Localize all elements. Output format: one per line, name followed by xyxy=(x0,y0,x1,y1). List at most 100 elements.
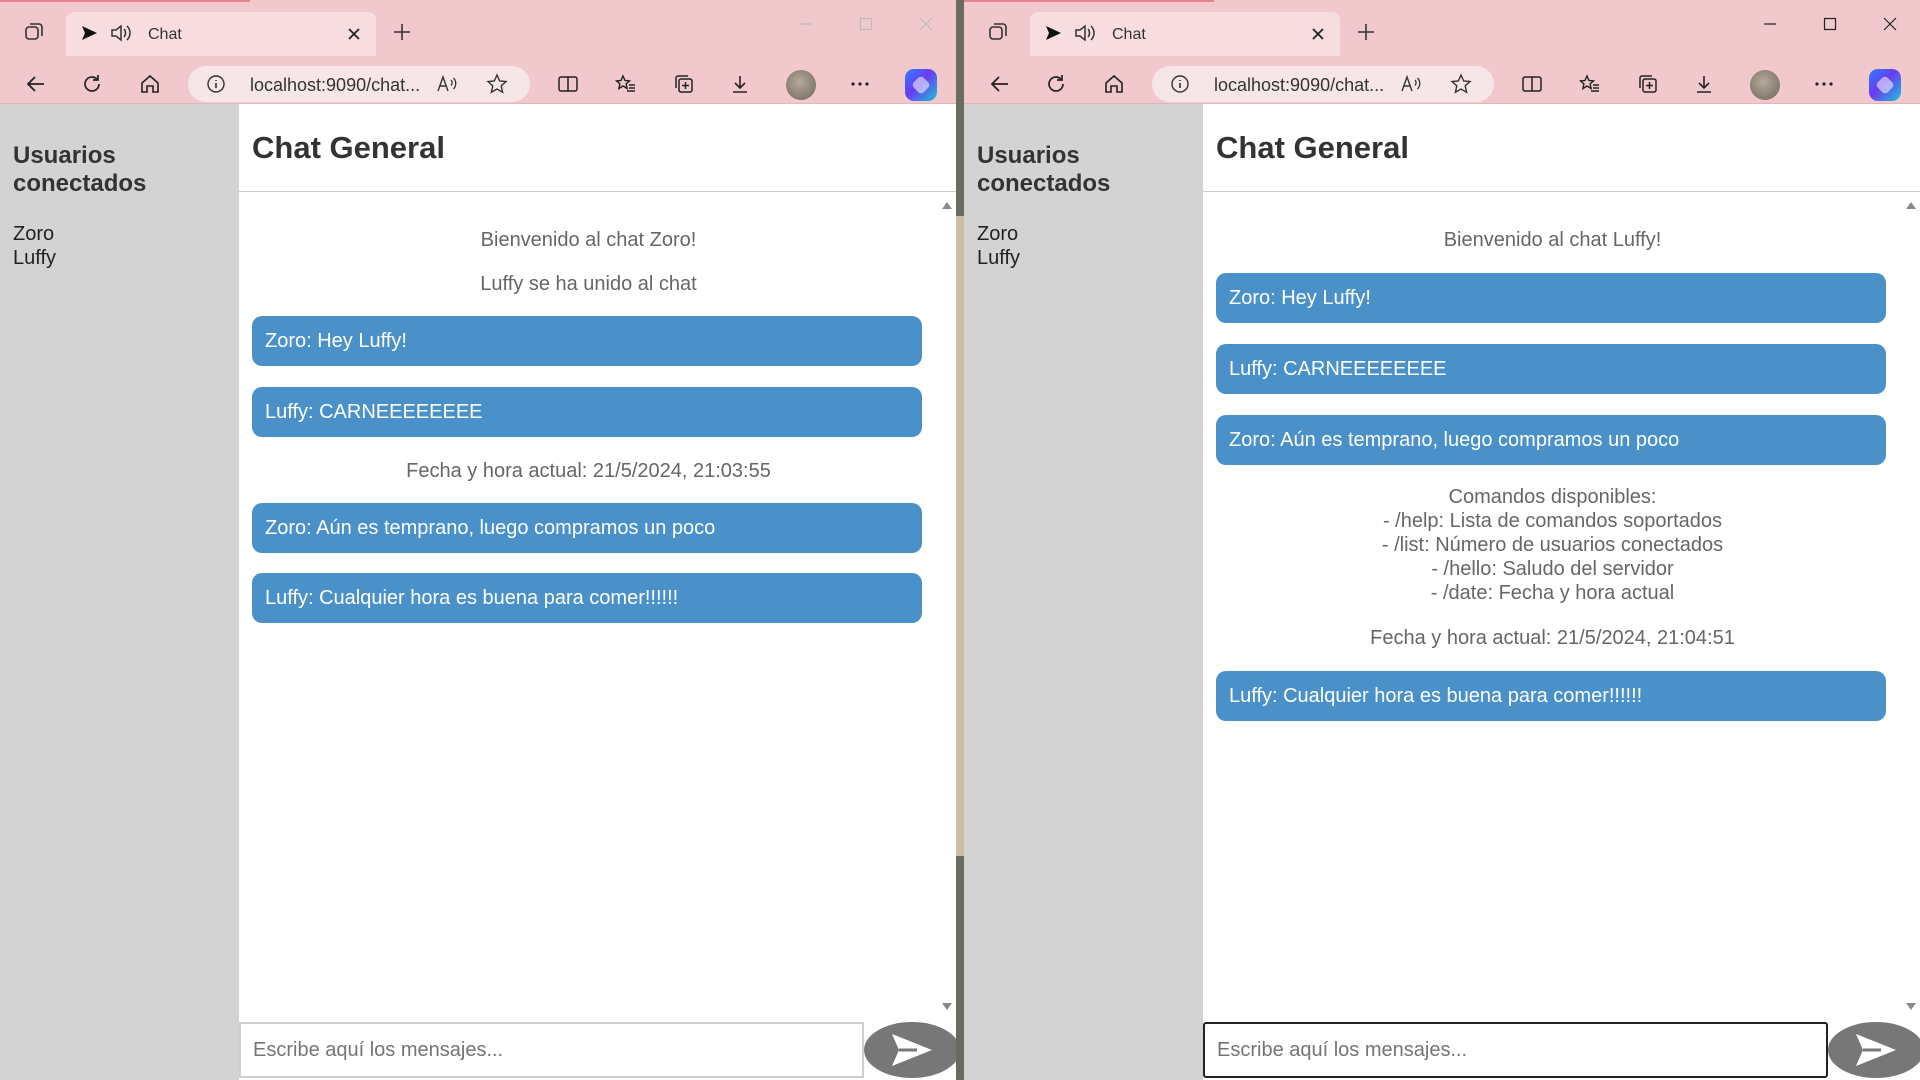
star-icon[interactable] xyxy=(486,73,508,100)
message-input[interactable] xyxy=(239,1022,864,1078)
tab-bar: Chat xyxy=(0,0,956,64)
minimize-icon[interactable] xyxy=(1744,8,1796,40)
command-line: - /help: Lista de comandos soportados xyxy=(1382,510,1723,532)
favorites-icon[interactable] xyxy=(1574,68,1606,100)
window-divider xyxy=(956,0,964,1080)
chat-message: Zoro: Aún es temprano, luego compramos u… xyxy=(1216,415,1886,465)
system-message: Bienvenido al chat Zoro! xyxy=(480,229,697,251)
message-composer xyxy=(239,1022,956,1080)
tab-title: Chat xyxy=(1112,26,1146,43)
command-line: - /list: Número de usuarios conectados xyxy=(1381,534,1724,556)
users-sidebar: Usuarios conectados Zoro Luffy xyxy=(964,104,1203,1080)
tab-chat[interactable]: Chat xyxy=(66,12,376,56)
more-icon[interactable] xyxy=(844,68,876,100)
plus-icon[interactable] xyxy=(388,18,416,46)
command-line: Comandos disponibles: xyxy=(1448,486,1657,508)
home-icon[interactable] xyxy=(134,68,166,100)
command-line: - /hello: Saludo del servidor xyxy=(1431,558,1674,580)
chat-page: Usuarios conectados Zoro Luffy Chat Gene… xyxy=(0,104,956,1080)
browser-window-luffy: Chat localhost:9090/chat... Usuarios con… xyxy=(964,0,1920,1080)
favorites-icon[interactable] xyxy=(610,68,642,100)
play-icon xyxy=(1044,24,1062,47)
send-arrow-icon xyxy=(892,1034,932,1066)
background-strip xyxy=(956,216,964,856)
chat-message: Zoro: Aún es temprano, luego compramos u… xyxy=(252,503,922,553)
chat-page: Usuarios conectados Zoro Luffy Chat Gene… xyxy=(964,104,1920,1080)
minimize-icon[interactable] xyxy=(780,8,832,40)
tab-title: Chat xyxy=(148,26,182,43)
home-icon[interactable] xyxy=(1098,68,1130,100)
system-message: Fecha y hora actual: 21/5/2024, 21:04:51 xyxy=(1370,627,1735,649)
command-line: - /date: Fecha y hora actual xyxy=(1430,582,1675,604)
scroll-up-arrow-icon[interactable] xyxy=(1906,202,1916,209)
speaker-icon[interactable] xyxy=(110,23,132,48)
plus-icon[interactable] xyxy=(1352,18,1380,46)
send-button[interactable] xyxy=(1828,1022,1920,1078)
browser-window-zoro: Chat localhost:9090/chat... Usuarios con… xyxy=(0,0,956,1080)
user-item: Luffy xyxy=(977,247,1020,269)
tab-actions-icon[interactable] xyxy=(984,18,1012,46)
maximize-icon[interactable] xyxy=(840,8,892,40)
close-icon[interactable] xyxy=(1306,22,1330,46)
system-message: Bienvenido al chat Luffy! xyxy=(1443,229,1662,251)
close-window-icon[interactable] xyxy=(900,8,952,40)
read-aloud-icon[interactable] xyxy=(436,74,458,99)
send-button[interactable] xyxy=(864,1022,956,1078)
chat-message: Zoro: Hey Luffy! xyxy=(252,316,922,366)
sidebar-title: Usuarios conectados xyxy=(977,142,1111,197)
speaker-icon[interactable] xyxy=(1074,23,1096,48)
close-icon[interactable] xyxy=(342,22,366,46)
tab-chat[interactable]: Chat xyxy=(1030,12,1340,56)
address-bar[interactable]: localhost:9090/chat... xyxy=(188,66,530,102)
download-icon[interactable] xyxy=(724,68,756,100)
chat-header: Chat General xyxy=(239,104,956,192)
chat-title: Chat General xyxy=(1216,130,1409,165)
chat-message: Luffy: CARNEEEEEEEE xyxy=(252,387,922,437)
chat-message: Luffy: CARNEEEEEEEE xyxy=(1216,344,1886,394)
copilot-icon[interactable] xyxy=(905,69,937,101)
user-item: Zoro xyxy=(977,223,1019,245)
chat-main: Chat General Bienvenido al chat Luffy! Z… xyxy=(1203,104,1920,1080)
url-text: localhost:9090/chat... xyxy=(250,75,421,95)
chat-header: Chat General xyxy=(1203,104,1920,192)
more-icon[interactable] xyxy=(1808,68,1840,100)
chat-message: Luffy: Cualquier hora es buena para come… xyxy=(1216,671,1886,721)
messages-area[interactable]: Bienvenido al chat Luffy! Zoro: Hey Luff… xyxy=(1203,194,1920,1018)
split-screen-icon[interactable] xyxy=(552,68,584,100)
split-screen-icon[interactable] xyxy=(1516,68,1548,100)
chat-message: Zoro: Hey Luffy! xyxy=(1216,273,1886,323)
download-icon[interactable] xyxy=(1688,68,1720,100)
chat-main: Chat General Bienvenido al chat Zoro! Lu… xyxy=(239,104,956,1080)
message-composer xyxy=(1203,1022,1920,1080)
send-arrow-icon xyxy=(1856,1034,1896,1066)
tab-actions-icon[interactable] xyxy=(20,18,48,46)
collections-icon[interactable] xyxy=(1632,68,1664,100)
maximize-icon[interactable] xyxy=(1804,8,1856,40)
collections-icon[interactable] xyxy=(668,68,700,100)
user-item: Luffy xyxy=(13,247,56,269)
avatar[interactable] xyxy=(1750,70,1780,100)
star-icon[interactable] xyxy=(1450,73,1472,100)
info-icon[interactable] xyxy=(206,74,226,99)
users-sidebar: Usuarios conectados Zoro Luffy xyxy=(0,104,239,1080)
scroll-down-arrow-icon[interactable] xyxy=(1906,1003,1916,1010)
copilot-icon[interactable] xyxy=(1869,69,1901,101)
system-message: Luffy se ha unido al chat xyxy=(480,273,697,295)
address-bar[interactable]: localhost:9090/chat... xyxy=(1152,66,1494,102)
refresh-icon[interactable] xyxy=(76,68,108,100)
close-window-icon[interactable] xyxy=(1864,8,1916,40)
scroll-down-arrow-icon[interactable] xyxy=(942,1003,952,1010)
navigation-bar: localhost:9090/chat... xyxy=(964,64,1920,104)
refresh-icon[interactable] xyxy=(1040,68,1072,100)
message-input[interactable] xyxy=(1203,1022,1828,1078)
scroll-up-arrow-icon[interactable] xyxy=(942,202,952,209)
users-list: Zoro Luffy xyxy=(13,222,56,270)
back-icon[interactable] xyxy=(984,68,1016,100)
commands-list: Comandos disponibles: - /help: Lista de … xyxy=(1203,485,1902,605)
avatar[interactable] xyxy=(786,70,816,100)
read-aloud-icon[interactable] xyxy=(1400,74,1422,99)
play-icon xyxy=(80,24,98,47)
messages-area[interactable]: Bienvenido al chat Zoro! Luffy se ha uni… xyxy=(239,194,956,1018)
back-icon[interactable] xyxy=(20,68,52,100)
info-icon[interactable] xyxy=(1170,74,1190,99)
